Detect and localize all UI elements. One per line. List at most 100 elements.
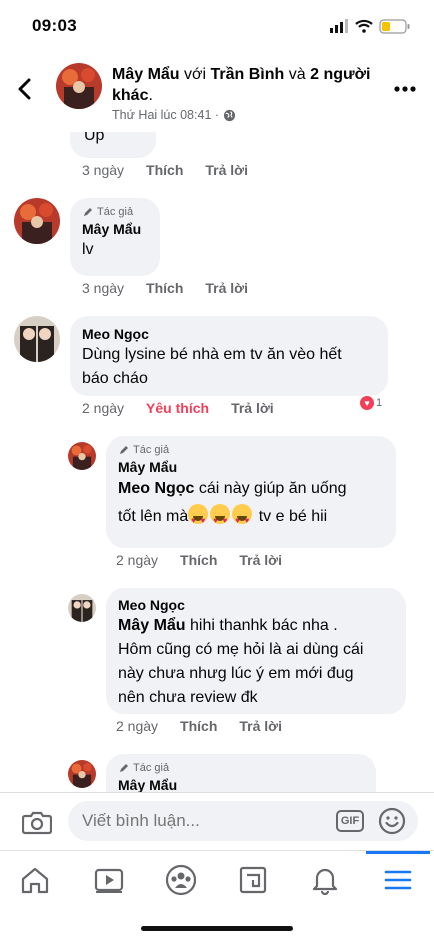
author-badge: Tác giả xyxy=(82,206,148,218)
author-badge-label: Tác giả xyxy=(133,762,170,774)
avatar[interactable] xyxy=(14,198,60,244)
comment-time: 2 ngày xyxy=(82,400,125,416)
reaction-count: 1 xyxy=(376,397,383,409)
signal-icon xyxy=(330,19,348,33)
reaction-summary[interactable]: ♥ 1 xyxy=(358,394,382,412)
avatar[interactable] xyxy=(68,760,96,788)
reply-button[interactable]: Trả lời xyxy=(205,280,248,296)
tab-marketplace[interactable] xyxy=(236,863,270,897)
post-timestamp: Thứ Hai lúc 08:41 · xyxy=(112,108,236,122)
author-badge: Tác giả xyxy=(118,762,364,774)
comment-text-line: báo cháo xyxy=(82,370,148,387)
tab-menu[interactable] xyxy=(381,863,415,897)
tab-home[interactable] xyxy=(18,863,52,897)
comment-composer: GIF xyxy=(0,792,434,850)
avatar[interactable] xyxy=(56,63,102,109)
comment-text-line: nên chưa review đk xyxy=(118,689,258,706)
pencil-icon xyxy=(120,446,128,454)
status-time: 09:03 xyxy=(32,16,77,35)
heart-eyes-emoji-icon xyxy=(188,504,209,536)
pencil-icon xyxy=(84,208,92,216)
reply-button[interactable]: Trả lời xyxy=(239,718,282,734)
home-icon xyxy=(21,867,49,894)
comment-actions: 3 ngày Thích Trả lời xyxy=(82,280,270,296)
love-button[interactable]: Yêu thích xyxy=(146,400,209,416)
post-header: Mây Mẩu với Trần Bình và 2 người khác. T… xyxy=(0,50,434,132)
comment-time: 2 ngày xyxy=(116,718,159,734)
reply-bubble: Meo Ngọc Mây Mẩu hihi thanhk bác nha . H… xyxy=(106,588,406,714)
active-tab-indicator xyxy=(366,851,430,854)
menu-icon xyxy=(384,870,412,890)
comment-actions: 3 ngày Thích Trả lời xyxy=(82,162,270,178)
comment-text: Up xyxy=(84,132,105,144)
heart-eyes-emoji-icon xyxy=(232,504,253,536)
comment-text-line: tốt lên mà tv e bé hii xyxy=(118,502,384,536)
author-badge-label: Tác giả xyxy=(133,444,170,456)
chevron-left-icon[interactable] xyxy=(14,76,38,102)
like-button[interactable]: Thích xyxy=(180,552,217,568)
groups-icon xyxy=(165,864,197,896)
status-icons xyxy=(330,19,410,34)
comment-bubble: Meo Ngọc Dùng lysine bé nhà em tv ăn vèo… xyxy=(70,316,388,396)
heart-eyes-emoji-icon xyxy=(210,504,231,536)
reply-button[interactable]: Trả lời xyxy=(239,552,282,568)
like-button[interactable]: Thích xyxy=(146,280,183,296)
comment-author[interactable]: Meo Ngọc xyxy=(82,325,376,343)
battery-icon xyxy=(379,19,410,34)
comment-author[interactable]: Mây Mẩu xyxy=(82,220,148,238)
comment-author[interactable]: Mây Mẩu xyxy=(118,458,384,476)
comment-time: 3 ngày xyxy=(82,162,125,178)
comment-bubble: Tác giả Mây Mẩu lv xyxy=(70,198,160,276)
smiley-icon[interactable] xyxy=(378,807,406,835)
comment-author[interactable]: Mây Mẩu xyxy=(118,776,364,792)
post-title-end: . xyxy=(148,87,153,104)
post-author[interactable]: Mây Mẩu xyxy=(112,66,180,83)
mention-link[interactable]: Meo Ngọc xyxy=(118,480,194,497)
post-with-text: với xyxy=(179,66,211,83)
mention-link[interactable]: Mây Mẩu xyxy=(118,617,186,634)
comment-actions: 2 ngày Thích Trả lời xyxy=(116,718,304,734)
like-button[interactable]: Thích xyxy=(180,718,217,734)
comment-text-line: Meo Ngọc cái này giúp ăn uống xyxy=(118,476,384,502)
author-badge-label: Tác giả xyxy=(97,206,134,218)
post-tagged[interactable]: Trần Bình xyxy=(211,66,285,83)
reply-bubble: Tác giả Mây Mẩu xyxy=(106,754,376,792)
comment-actions: 2 ngày Thích Trả lời xyxy=(116,552,304,568)
avatar[interactable] xyxy=(14,316,60,362)
comment-time: 3 ngày xyxy=(82,280,125,296)
comment-text-line: Hôm cũng có mẹ hỏi là ai dùng cái xyxy=(118,641,364,658)
home-indicator xyxy=(141,926,293,931)
like-button[interactable]: Thích xyxy=(146,162,183,178)
author-badge: Tác giả xyxy=(118,444,384,456)
comment-bubble: Up xyxy=(70,132,156,158)
heart-icon: ♥ xyxy=(358,394,376,412)
more-dots-icon[interactable] xyxy=(394,84,416,94)
pencil-icon xyxy=(120,764,128,772)
comment-text-line: này chưa nhưg lúc ý em mới đug xyxy=(118,665,354,682)
tab-notifications[interactable] xyxy=(308,863,342,897)
reply-bubble: Tác giả Mây Mẩu Meo Ngọc cái này giúp ăn… xyxy=(106,436,396,548)
comment-actions: 2 ngày Yêu thích Trả lời xyxy=(82,400,296,416)
post-timestamp-text: Thứ Hai lúc 08:41 · xyxy=(112,108,220,122)
avatar[interactable] xyxy=(68,442,96,470)
comment-text: tốt lên mà xyxy=(118,508,189,525)
comments-list: Up 3 ngày Thích Trả lời Tác giả Mây Mẩu … xyxy=(0,132,434,792)
bell-icon xyxy=(312,868,338,895)
reply-button[interactable]: Trả lời xyxy=(205,162,248,178)
marketplace-icon xyxy=(239,866,267,894)
post-and-text: và xyxy=(284,66,311,83)
gif-button[interactable]: GIF xyxy=(336,810,364,832)
wifi-icon xyxy=(355,19,373,33)
tab-groups[interactable] xyxy=(164,863,198,897)
avatar[interactable] xyxy=(68,594,96,622)
comment-text: tv e bé hii xyxy=(254,508,328,525)
comment-time: 2 ngày xyxy=(116,552,159,568)
video-icon xyxy=(94,868,124,893)
reply-button[interactable]: Trả lời xyxy=(231,400,274,416)
tab-video[interactable] xyxy=(92,863,126,897)
comment-input[interactable] xyxy=(68,801,418,841)
post-title: Mây Mẩu với Trần Bình và 2 người khác. xyxy=(112,64,374,106)
camera-icon[interactable] xyxy=(22,809,52,835)
status-bar: 09:03 xyxy=(0,0,434,50)
comment-author[interactable]: Meo Ngọc xyxy=(118,596,394,614)
